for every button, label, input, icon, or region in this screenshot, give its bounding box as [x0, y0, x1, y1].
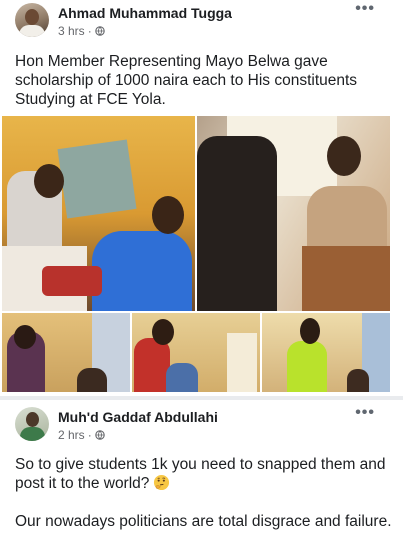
post-photo-4[interactable]: [132, 313, 260, 392]
comment-paragraph-1: So to give students 1k you need to snapp…: [15, 455, 395, 493]
post-options-button[interactable]: •••: [355, 0, 375, 18]
avatar-face: [26, 412, 39, 427]
comment-card: Muh'd Gaddaf Abdullahi 2 hrs · ••• So to…: [0, 400, 403, 557]
man-green-shirt: [287, 341, 327, 392]
person-dark: [197, 136, 277, 311]
post-photo-2[interactable]: [197, 116, 390, 311]
post-meta: 3 hrs ·: [58, 24, 105, 38]
person-left-head: [34, 164, 64, 198]
post-author-name[interactable]: Ahmad Muhammad Tugga: [58, 5, 232, 21]
comment-paragraph-2: Our nowadays politicians are total disgr…: [15, 513, 392, 530]
thinking-face-icon: [154, 474, 170, 491]
comment-author-name[interactable]: Muh'd Gaddaf Abdullahi: [58, 409, 218, 425]
comment-options-button[interactable]: •••: [355, 404, 375, 422]
man-green-head: [300, 318, 320, 344]
post-photo-5[interactable]: [262, 313, 390, 392]
red-cloth: [42, 266, 102, 296]
commenter-avatar[interactable]: [15, 407, 49, 441]
person-right: [92, 231, 192, 311]
man-red-head: [152, 319, 174, 345]
meta-separator: ·: [87, 428, 92, 442]
comment-meta: 2 hrs ·: [58, 428, 105, 442]
woman-head: [14, 325, 36, 349]
man-red-shirt: [134, 338, 170, 392]
comment-paragraph-1-text: So to give students 1k you need to snapp…: [15, 456, 386, 492]
wall-poster: [57, 139, 137, 219]
wooden-table: [302, 246, 390, 311]
seated-person: [77, 368, 107, 392]
post-photo-3[interactable]: [2, 313, 130, 392]
man-blue-shirt: [166, 363, 198, 392]
meta-separator: ·: [87, 24, 92, 38]
public-globe-icon: [94, 26, 105, 36]
avatar-face: [25, 9, 39, 25]
avatar-clothing: [20, 427, 45, 441]
post-timestamp[interactable]: 3 hrs: [58, 24, 85, 38]
public-globe-icon: [94, 430, 105, 440]
person-standing-head: [327, 136, 361, 176]
window: [227, 333, 257, 392]
post-card: Ahmad Muhammad Tugga 3 hrs · ••• Hon Mem…: [0, 0, 403, 395]
comment-body: So to give students 1k you need to snapp…: [15, 455, 395, 550]
author-avatar[interactable]: [15, 3, 49, 37]
post-header: Ahmad Muhammad Tugga 3 hrs · •••: [0, 0, 403, 40]
post-body-text: Hon Member Representing Mayo Belwa gave …: [15, 53, 358, 108]
comment-timestamp[interactable]: 2 hrs: [58, 428, 85, 442]
seated-man: [347, 369, 369, 392]
avatar-clothing: [19, 25, 45, 37]
post-photo-1[interactable]: [2, 116, 195, 311]
person-right-head: [152, 196, 184, 234]
